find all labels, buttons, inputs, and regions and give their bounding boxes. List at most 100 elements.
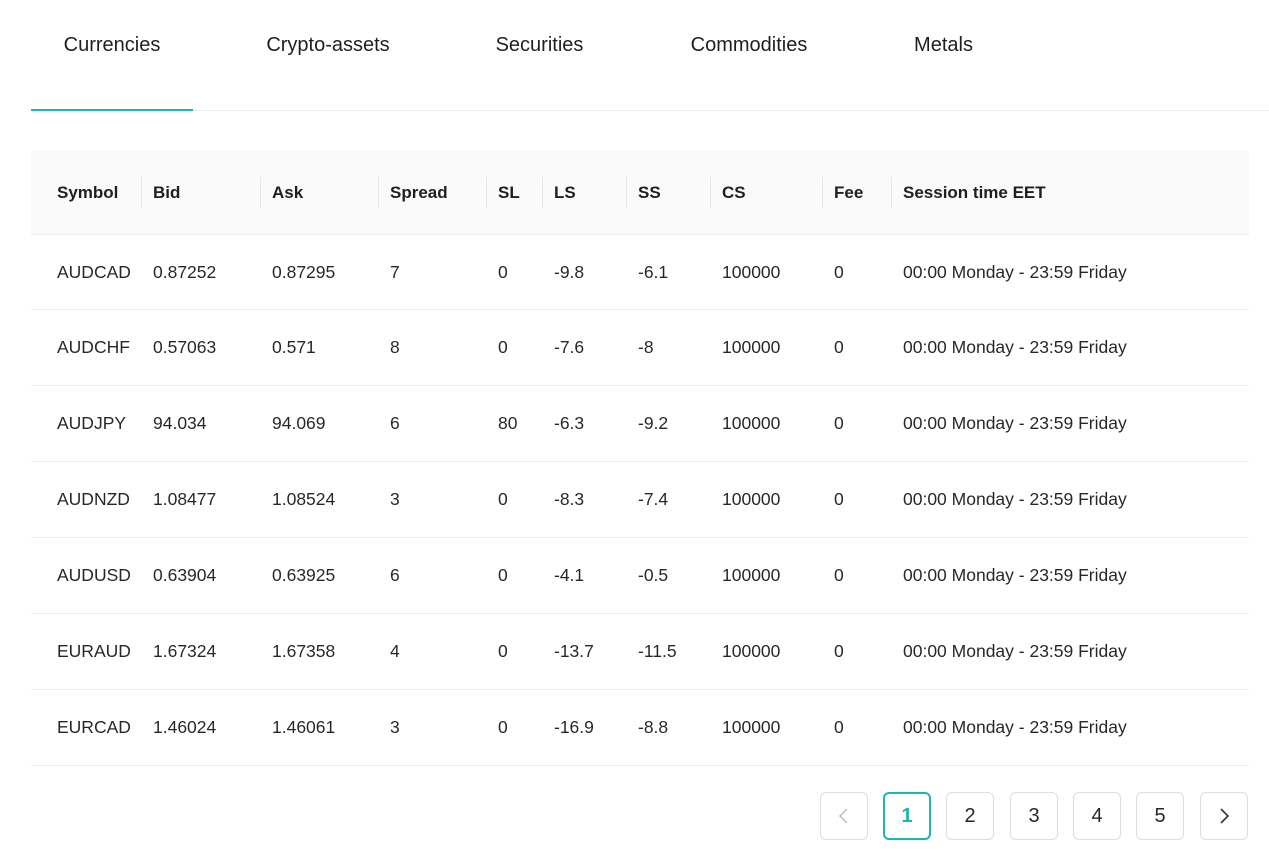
cell-session-time: 00:00 Monday - 23:59 Friday xyxy=(903,413,1127,433)
cell-spread: 3 xyxy=(390,717,400,737)
cell-ls: -4.1 xyxy=(554,565,585,585)
cell-sl: 0 xyxy=(498,717,508,737)
cell-fee: 0 xyxy=(834,565,844,585)
cell-cs: 100000 xyxy=(722,641,781,661)
table-row: EURCAD 1.46024 1.46061 3 0 -16.9 -8.8 10… xyxy=(31,690,1249,766)
cell-fee: 0 xyxy=(834,261,844,282)
cell-cs: 100000 xyxy=(722,261,781,282)
column-header-spread[interactable]: Spread xyxy=(378,151,448,234)
cell-bid: 1.46024 xyxy=(153,717,217,737)
cell-bid: 0.87252 xyxy=(153,261,217,282)
cell-ls: -6.3 xyxy=(554,413,585,433)
cell-ls: -13.7 xyxy=(554,641,594,661)
cell-spread: 6 xyxy=(390,565,400,585)
cell-ask: 0.63925 xyxy=(272,565,336,585)
cell-ss: -11.5 xyxy=(638,641,677,661)
cell-bid: 0.63904 xyxy=(153,565,217,585)
cell-ask: 94.069 xyxy=(272,413,326,433)
cell-fee: 0 xyxy=(834,717,844,737)
page-button-5[interactable]: 5 xyxy=(1136,792,1184,840)
cell-ask: 0.87295 xyxy=(272,261,336,282)
instruments-table: Symbol Bid Ask Spread SL LS SS CS Fee Se… xyxy=(31,151,1249,766)
cell-fee: 0 xyxy=(834,489,844,509)
chevron-left-icon xyxy=(838,808,848,824)
cell-bid: 1.67324 xyxy=(153,641,217,661)
cell-cs: 100000 xyxy=(722,413,781,433)
cell-sl: 80 xyxy=(498,413,518,433)
page-button-4[interactable]: 4 xyxy=(1073,792,1121,840)
cell-ask: 1.46061 xyxy=(272,717,336,737)
table-row: AUDUSD 0.63904 0.63925 6 0 -4.1 -0.5 100… xyxy=(31,538,1249,614)
column-header-bid[interactable]: Bid xyxy=(140,151,180,234)
cell-ss: -0.5 xyxy=(638,565,669,585)
tab-crypto-assets[interactable]: Crypto-assets xyxy=(260,0,396,110)
cell-cs: 100000 xyxy=(722,337,781,357)
page-button-2[interactable]: 2 xyxy=(946,792,994,840)
cell-ls: -7.6 xyxy=(554,337,585,357)
column-header-fee[interactable]: Fee xyxy=(821,151,863,234)
cell-spread: 7 xyxy=(390,261,400,282)
cell-session-time: 00:00 Monday - 23:59 Friday xyxy=(903,641,1127,661)
cell-fee: 0 xyxy=(834,413,844,433)
cell-symbol: EURAUD xyxy=(57,641,131,661)
cell-cs: 100000 xyxy=(722,717,781,737)
table-row: AUDCHF 0.57063 0.571 8 0 -7.6 -8 100000 … xyxy=(31,310,1249,386)
column-header-sl[interactable]: SL xyxy=(486,151,520,234)
cell-ss: -6.1 xyxy=(638,261,669,282)
cell-sl: 0 xyxy=(498,565,508,585)
cell-cs: 100000 xyxy=(722,565,781,585)
cell-fee: 0 xyxy=(834,641,844,661)
cell-sl: 0 xyxy=(498,489,508,509)
cell-ss: -8 xyxy=(638,337,654,357)
tab-securities[interactable]: Securities xyxy=(490,0,589,110)
cell-ss: -7.4 xyxy=(638,489,669,509)
column-header-ss[interactable]: SS xyxy=(626,151,661,234)
tab-metals[interactable]: Metals xyxy=(910,0,977,110)
tab-commodities[interactable]: Commodities xyxy=(683,0,815,110)
cell-ss: -9.2 xyxy=(638,413,669,433)
cell-bid: 0.57063 xyxy=(153,337,217,357)
tab-currencies[interactable]: Currencies xyxy=(31,0,193,111)
cell-spread: 4 xyxy=(390,641,400,661)
cell-ask: 0.571 xyxy=(272,337,316,357)
cell-spread: 6 xyxy=(390,413,400,433)
cell-sl: 0 xyxy=(498,337,508,357)
prev-page-button[interactable] xyxy=(820,792,868,840)
cell-sl: 0 xyxy=(498,261,508,282)
page-button-1[interactable]: 1 xyxy=(883,792,931,840)
column-header-ls[interactable]: LS xyxy=(542,151,576,234)
table-row: AUDJPY 94.034 94.069 6 80 -6.3 -9.2 1000… xyxy=(31,386,1249,462)
table-row: AUDNZD 1.08477 1.08524 3 0 -8.3 -7.4 100… xyxy=(31,462,1249,538)
column-header-symbol[interactable]: Symbol xyxy=(57,151,118,234)
column-header-ask[interactable]: Ask xyxy=(259,151,303,234)
cell-session-time: 00:00 Monday - 23:59 Friday xyxy=(903,489,1127,509)
cell-ask: 1.08524 xyxy=(272,489,336,509)
column-header-session-time[interactable]: Session time EET xyxy=(891,151,1046,234)
cell-cs: 100000 xyxy=(722,489,781,509)
cell-fee: 0 xyxy=(834,337,844,357)
cell-symbol: AUDCHF xyxy=(57,337,130,357)
table-header: Symbol Bid Ask Spread SL LS SS CS Fee Se… xyxy=(31,151,1249,235)
next-page-button[interactable] xyxy=(1200,792,1248,840)
cell-ss: -8.8 xyxy=(638,717,669,737)
page: Currencies Crypto-assets Securities Comm… xyxy=(0,0,1269,863)
cell-ls: -8.3 xyxy=(554,489,585,509)
pagination: 1 2 3 4 5 xyxy=(0,792,1269,842)
cell-bid: 94.034 xyxy=(153,413,207,433)
cell-symbol: AUDUSD xyxy=(57,565,131,585)
table-row: EURAUD 1.67324 1.67358 4 0 -13.7 -11.5 1… xyxy=(31,614,1249,690)
cell-ls: -9.8 xyxy=(554,261,585,282)
chevron-right-icon xyxy=(1220,808,1230,824)
cell-session-time: 00:00 Monday - 23:59 Friday xyxy=(903,717,1127,737)
page-button-3[interactable]: 3 xyxy=(1010,792,1058,840)
column-header-cs[interactable]: CS xyxy=(710,151,746,234)
cell-symbol: EURCAD xyxy=(57,717,131,737)
cell-session-time: 00:00 Monday - 23:59 Friday xyxy=(903,261,1127,282)
cell-spread: 3 xyxy=(390,489,400,509)
cell-session-time: 00:00 Monday - 23:59 Friday xyxy=(903,565,1127,585)
cell-ask: 1.67358 xyxy=(272,641,336,661)
cell-symbol: AUDCAD xyxy=(57,261,131,282)
cell-sl: 0 xyxy=(498,641,508,661)
cell-spread: 8 xyxy=(390,337,400,357)
table-row: AUDCAD 0.87252 0.87295 7 0 -9.8 -6.1 100… xyxy=(31,235,1249,310)
